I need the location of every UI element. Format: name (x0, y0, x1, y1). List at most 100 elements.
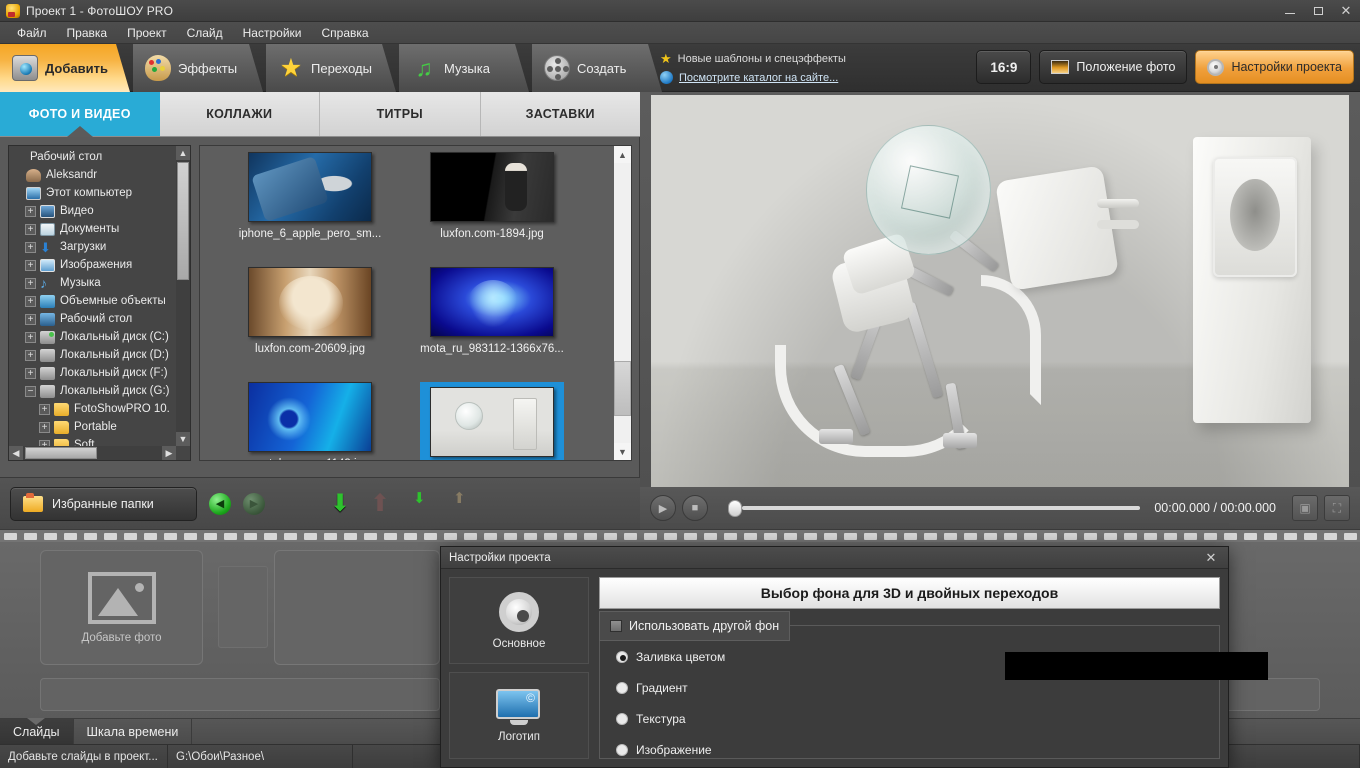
tree-item-1[interactable]: Aleksandr (11, 166, 176, 184)
file-item[interactable]: nastol.com.ua-103728.jpg (420, 382, 564, 460)
close-icon[interactable]: ✕ (1202, 550, 1220, 566)
promo-catalog-link[interactable]: Посмотрите каталог на сайте... (679, 72, 838, 84)
camera-snapshot-icon[interactable]: ▣ (1292, 495, 1318, 521)
photo-position-button[interactable]: Положение фото (1039, 50, 1188, 84)
favorite-folders-button[interactable]: Избранные папки (10, 486, 197, 521)
play-icon[interactable]: ▶ (650, 495, 676, 521)
aspect-ratio-button[interactable]: 16:9 (976, 50, 1032, 84)
radio-option-gradient[interactable]: Градиент (616, 681, 725, 695)
tree-expander-icon[interactable]: + (25, 367, 36, 379)
tree-expander-icon[interactable]: + (39, 403, 50, 415)
tree-item-5[interactable]: + Загрузки (11, 238, 176, 256)
slide-slot-empty[interactable] (274, 550, 440, 665)
subtab-collages[interactable]: КОЛЛАЖИ (160, 92, 320, 136)
tree-expander-icon[interactable]: + (25, 331, 36, 343)
slide-transition-slot[interactable] (218, 566, 268, 648)
file-grid-scrollbar[interactable]: ▲ ▼ (614, 146, 631, 460)
subtab-photo-video[interactable]: ФОТО И ВИДЕО (0, 92, 160, 136)
ribbon-tab-effects[interactable]: Эффекты (133, 44, 263, 92)
ribbon-tab-create[interactable]: Создать (532, 44, 662, 92)
menu-item-file[interactable]: Файл (8, 23, 56, 43)
promo-line-2[interactable]: Посмотрите каталог на сайте... (660, 68, 846, 87)
radio-icon[interactable] (616, 682, 628, 694)
tree-expander-icon[interactable]: + (25, 349, 36, 361)
tree-item-10[interactable]: + Локальный диск (C:) (11, 328, 176, 346)
menu-item-slide[interactable]: Слайд (178, 23, 232, 43)
remove-folder-icon[interactable] (447, 491, 473, 517)
scroll-left-icon[interactable]: ◀ (9, 446, 23, 460)
file-thumbnail[interactable] (430, 152, 554, 222)
slide-slot-add-photo[interactable]: Добавьте фото (40, 550, 203, 665)
scroll-up-icon[interactable]: ▲ (176, 146, 190, 160)
tree-expander-icon[interactable]: + (25, 223, 36, 235)
radio-option-image[interactable]: Изображение (616, 743, 725, 757)
file-thumbnail[interactable] (248, 382, 372, 452)
tree-expander-icon[interactable]: + (39, 421, 50, 433)
scrollbar-thumb[interactable] (25, 447, 97, 459)
radio-option-texture[interactable]: Текстура (616, 712, 725, 726)
tree-item-8[interactable]: + Объемные объекты (11, 292, 176, 310)
bottom-tab-slides[interactable]: Слайды (0, 719, 74, 745)
folder-tree-horizontal-scrollbar[interactable]: ◀ ▶ (9, 446, 176, 460)
tree-item-13[interactable]: − Локальный диск (G:) (11, 382, 176, 400)
radio-icon[interactable] (616, 713, 628, 725)
seek-slider[interactable] (720, 498, 1141, 518)
tree-item-2[interactable]: Этот компьютер (11, 184, 176, 202)
menu-item-edit[interactable]: Правка (58, 23, 117, 43)
ribbon-tab-transitions[interactable]: ★ Переходы (266, 44, 396, 92)
file-thumbnail[interactable] (248, 152, 372, 222)
file-item[interactable]: iphone_6_apple_pero_sm... (238, 152, 382, 240)
tree-expander-icon[interactable]: + (25, 241, 36, 253)
file-item[interactable]: mota_ru_983112-1366x76... (420, 267, 564, 355)
slide-timeline-strip[interactable] (40, 678, 440, 711)
tree-item-15[interactable]: + Portable (11, 418, 176, 436)
scrollbar-thumb[interactable] (177, 162, 189, 280)
folder-tree[interactable]: Рабочий стол Aleksandr Этот компьютер + Виде… (8, 145, 191, 461)
fullscreen-icon[interactable]: ⛶ (1324, 495, 1350, 521)
dialog-nav-item-logo[interactable]: Логотип (449, 672, 589, 759)
radio-option-color-fill[interactable]: Заливка цветом (616, 650, 725, 664)
scrollbar-thumb[interactable] (614, 361, 631, 416)
tree-item-7[interactable]: + Музыка (11, 274, 176, 292)
tree-expander-icon[interactable]: − (25, 385, 36, 397)
scroll-down-icon[interactable]: ▼ (614, 443, 631, 460)
stop-icon[interactable]: ■ (682, 495, 708, 521)
radio-icon[interactable] (616, 744, 628, 756)
tree-expander-icon[interactable]: + (25, 259, 36, 271)
tree-item-3[interactable]: + Видео (11, 202, 176, 220)
tree-expander-icon[interactable]: + (25, 277, 36, 289)
ribbon-tab-add[interactable]: Добавить (0, 44, 130, 92)
forward-arrow-icon[interactable]: ▶ (243, 492, 265, 515)
tree-item-11[interactable]: + Локальный диск (D:) (11, 346, 176, 364)
close-icon[interactable]: ✕ (1332, 0, 1360, 22)
add-down-arrow-icon[interactable]: ⬇ (327, 490, 353, 517)
radio-icon[interactable] (616, 651, 628, 663)
tree-item-16[interactable]: + Soft (11, 436, 176, 446)
preview-stage[interactable] (651, 95, 1349, 487)
file-item[interactable]: nastol.com.ua-1143.jpg (238, 382, 382, 460)
dialog-nav-item-general[interactable]: Основное (449, 577, 589, 664)
tree-item-4[interactable]: + Документы (11, 220, 176, 238)
project-settings-button[interactable]: Настройки проекта (1195, 50, 1354, 84)
tree-item-6[interactable]: + Изображения (11, 256, 176, 274)
background-color-swatch[interactable] (1005, 652, 1268, 680)
tree-item-0[interactable]: Рабочий стол (11, 148, 176, 166)
ribbon-tab-music[interactable]: ♫ Музыка (399, 44, 529, 92)
menu-item-settings[interactable]: Настройки (234, 23, 311, 43)
back-arrow-icon[interactable]: ◀ (209, 492, 231, 515)
tree-expander-icon[interactable]: + (25, 295, 36, 307)
file-thumbnail[interactable] (430, 387, 554, 457)
menu-item-project[interactable]: Проект (118, 23, 176, 43)
scroll-down-icon[interactable]: ▼ (176, 432, 190, 446)
seek-handle[interactable] (728, 499, 742, 517)
tree-item-14[interactable]: + FotoShowPRO 10. (11, 400, 176, 418)
bottom-tab-timeline[interactable]: Шкала времени (73, 719, 193, 745)
subtab-intros[interactable]: ЗАСТАВКИ (481, 92, 641, 136)
minimize-icon[interactable] (1276, 0, 1304, 22)
tree-item-9[interactable]: + Рабочий стол (11, 310, 176, 328)
use-other-background-checkbox[interactable]: Использовать другой фон (599, 611, 791, 641)
tree-expander-icon[interactable]: + (25, 313, 36, 325)
tree-item-12[interactable]: + Локальный диск (F:) (11, 364, 176, 382)
checkbox-icon[interactable] (610, 620, 622, 632)
seek-track[interactable] (742, 506, 1141, 510)
